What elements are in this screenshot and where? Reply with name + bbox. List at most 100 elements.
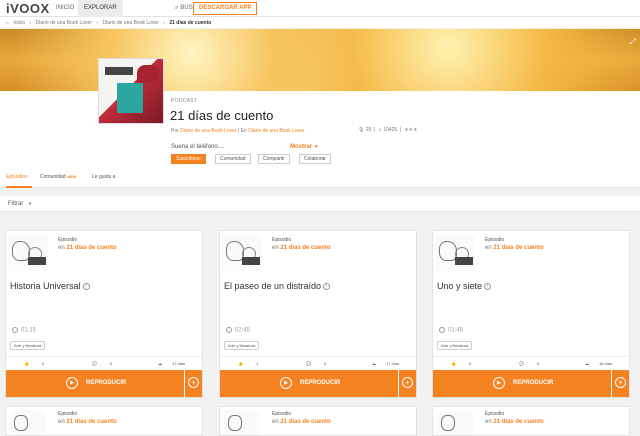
comment-icon[interactable]: 💬: [306, 361, 311, 366]
info-icon[interactable]: i: [323, 283, 331, 291]
category-tag[interactable]: Arte y literatura: [437, 341, 473, 350]
episode-podcast-link[interactable]: 21 días de cuento: [66, 419, 116, 425]
episode-stats: 👍 1 💬 0 ☁ 17 días: [220, 356, 416, 368]
episode-podcast: en 21 días de cuento: [485, 245, 544, 251]
fullscreen-arrows-icon[interactable]: ⤢: [630, 37, 636, 47]
cloud-icon: ☁: [372, 361, 376, 366]
episode-card[interactable]: Episodio en 21 días de cuento Uno y siet…: [432, 230, 630, 398]
audio-count: 25: [365, 127, 372, 133]
episode-thumbnail: [222, 235, 262, 271]
like-icon[interactable]: 👍: [24, 361, 29, 366]
breadcrumb-item-author[interactable]: Diario de una Book Lover: [102, 20, 158, 26]
episode-podcast-link[interactable]: 21 días de cuento: [280, 245, 330, 251]
episode-podcast-link[interactable]: 21 días de cuento: [280, 419, 330, 425]
episode-thumbnail: [435, 235, 475, 271]
channel-link[interactable]: Diario de una Book Lover: [248, 128, 304, 134]
category-tag[interactable]: Arte y literatura: [10, 341, 46, 350]
episode-thumbnail: [8, 235, 48, 271]
clock-icon: [439, 327, 445, 333]
clock-icon: [226, 327, 232, 333]
microphone-icon: 🎙: [358, 127, 365, 133]
tab-le-gusta[interactable]: Le gusta a: [92, 174, 115, 180]
add-to-list-button[interactable]: +: [185, 370, 202, 397]
episode-podcast-link[interactable]: 21 días de cuento: [66, 245, 116, 251]
plus-icon: +: [615, 377, 626, 388]
download-app-button[interactable]: DESCARGAR APP: [193, 2, 258, 15]
episode-card[interactable]: Episodio en 21 días de cuento Historia U…: [5, 230, 203, 398]
clock-icon: [12, 327, 18, 333]
share-button[interactable]: Compartir: [258, 154, 290, 164]
comment-icon[interactable]: 💬: [92, 361, 97, 366]
top-navigation-bar: iVOOX INICIO EXPLORAR ⌕BUSCAR DESCARGAR …: [0, 0, 640, 17]
episode-duration: 02:45: [226, 327, 250, 334]
community-button[interactable]: Comunidad: [215, 154, 251, 164]
podcast-header-background: ⤢: [0, 29, 640, 91]
episode-duration: 01:15: [12, 327, 36, 334]
cover-book: [117, 83, 143, 113]
play-icon: ▶: [280, 377, 292, 389]
tab-episodios[interactable]: Episodios: [6, 174, 28, 180]
search-icon: ⌕: [175, 5, 179, 11]
podcast-cover-image: [98, 58, 164, 124]
author-link[interactable]: Diario de una Book Lover: [180, 128, 236, 134]
collaborate-button[interactable]: Colaborar: [299, 154, 331, 164]
cloud-icon: ☁: [585, 361, 589, 366]
podcast-meta: Por Diario de una Book Lover | En Diario…: [171, 128, 305, 134]
filter-dropdown[interactable]: Filtrar ▼: [0, 196, 640, 212]
episode-type-label: Episodio: [485, 411, 505, 417]
episode-podcast-link[interactable]: 21 días de cuento: [493, 245, 543, 251]
play-icon: ▶: [66, 377, 78, 389]
episode-thumbnail: [224, 411, 260, 435]
info-icon[interactable]: i: [484, 283, 492, 291]
episode-card[interactable]: Episodio en 21 días de cuento El paseo d…: [219, 230, 417, 398]
episode-thumbnail: [10, 411, 46, 435]
chevron-down-icon: ▼: [313, 144, 319, 150]
plays-count: 10425: [383, 127, 398, 133]
show-more-toggle[interactable]: Mostrar ▼: [290, 144, 319, 150]
new-badge: NEW: [66, 174, 77, 179]
breadcrumb-item-inicio[interactable]: Inicio: [13, 20, 25, 26]
episode-type-label: Episodio: [58, 411, 78, 417]
cover-title-block: [105, 67, 133, 75]
episode-title[interactable]: Historia Universal i: [10, 281, 90, 291]
category-tag[interactable]: Arte y literatura: [224, 341, 260, 350]
tab-comunidad[interactable]: Comunidad NEW: [40, 174, 76, 180]
info-icon[interactable]: i: [82, 283, 90, 291]
plus-icon: +: [188, 377, 199, 388]
breadcrumb: ⌂ Inicio › Diario de una Book Lover › Di…: [0, 17, 640, 29]
podcast-type-label: PODCAST: [171, 98, 198, 104]
episode-duration: 01:45: [439, 327, 463, 334]
headphones-icon: ♫: [378, 127, 382, 133]
active-tab-indicator: [6, 186, 32, 188]
comment-icon[interactable]: 💬: [519, 361, 524, 366]
like-icon[interactable]: 👍: [238, 361, 243, 366]
add-to-list-button[interactable]: +: [399, 370, 416, 397]
home-icon: ⌂: [6, 20, 10, 26]
subscribe-button[interactable]: Suscribirse: [171, 154, 206, 164]
episode-podcast: en 21 días de cuento: [58, 245, 117, 251]
plus-icon: +: [402, 377, 413, 388]
podcast-stats: 🎙 25 | ♫ 10425 | ★★★: [358, 127, 418, 133]
rating-stars[interactable]: ★★★: [404, 127, 417, 133]
episode-type-label: Episodio: [485, 237, 505, 243]
nav-inicio[interactable]: INICIO: [50, 0, 80, 17]
add-to-list-button[interactable]: +: [612, 370, 629, 397]
play-button[interactable]: ▶ REPRODUCIR: [433, 370, 611, 397]
nav-explorar[interactable]: EXPLORAR: [78, 0, 123, 17]
episode-podcast: en 21 días de cuento: [485, 419, 544, 425]
breadcrumb-item-channel[interactable]: Diario de una Book Lover: [36, 20, 92, 26]
episode-title[interactable]: Uno y siete i: [437, 281, 492, 291]
episode-podcast-link[interactable]: 21 días de cuento: [493, 419, 543, 425]
episode-type-label: Episodio: [58, 237, 78, 243]
play-button[interactable]: ▶ REPRODUCIR: [6, 370, 184, 397]
play-button[interactable]: ▶ REPRODUCIR: [220, 370, 398, 397]
chevron-down-icon: ▼: [28, 201, 32, 206]
episode-type-label: Episodio: [272, 411, 292, 417]
episode-podcast: en 21 días de cuento: [58, 419, 117, 425]
cover-telephone: [137, 65, 159, 83]
episode-type-label: Episodio: [272, 237, 292, 243]
episode-title[interactable]: El paseo de un distraído i: [224, 281, 331, 291]
episode-podcast: en 21 días de cuento: [272, 419, 331, 425]
like-icon[interactable]: 👍: [451, 361, 456, 366]
ivoox-logo[interactable]: iVOOX: [6, 1, 50, 16]
